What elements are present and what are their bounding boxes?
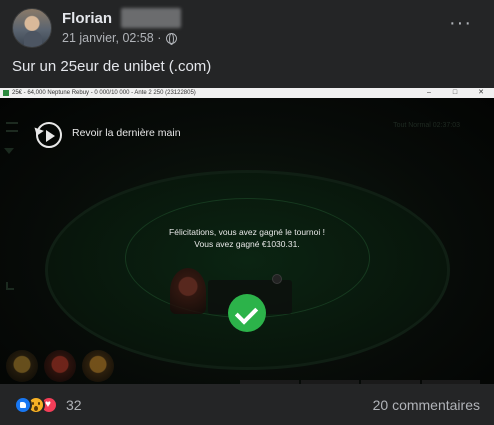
avatar[interactable] <box>12 8 52 48</box>
player-avatar <box>82 350 114 382</box>
check-icon <box>228 294 266 332</box>
comments-count[interactable]: 20 commentaires <box>373 397 480 413</box>
poker-table-area: Revoir la dernière main Tout Normal 02:3… <box>0 98 494 384</box>
post-header: Florian 21 janvier, 02:58 · ··· <box>12 8 482 54</box>
attached-screenshot[interactable]: 25€ - 64,000 Neptune Rebuy - 0 000/10 00… <box>0 88 494 384</box>
control-segment <box>240 380 299 384</box>
menu-icon[interactable] <box>6 122 18 132</box>
more-options-icon[interactable]: ··· <box>449 13 472 33</box>
maximize-icon[interactable]: □ <box>442 88 468 98</box>
post-date[interactable]: 21 janvier, 02:58 · <box>62 31 161 45</box>
player-avatar <box>170 268 206 314</box>
player-avatars <box>6 350 114 382</box>
replay-label[interactable]: Revoir la dernière main <box>72 127 181 139</box>
table-info: Tout Normal 02:37:03 <box>393 122 460 129</box>
player-avatar <box>44 350 76 382</box>
player-avatar <box>6 350 38 382</box>
control-segment <box>361 380 420 384</box>
control-segment <box>421 380 480 384</box>
globe-icon[interactable] <box>166 32 178 45</box>
redacted-name <box>121 8 181 28</box>
window-titlebar: 25€ - 64,000 Neptune Rebuy - 0 000/10 00… <box>0 88 494 98</box>
corner-arrow-icon[interactable] <box>6 282 14 290</box>
bottom-controls <box>240 380 480 384</box>
post-text: Sur un 25eur de unibet (.com) <box>12 58 212 75</box>
control-segment <box>300 380 359 384</box>
window-title: 25€ - 64,000 Neptune Rebuy - 0 000/10 00… <box>12 90 196 96</box>
win-message-line2: Vous avez gagné €1030.31. <box>194 239 300 249</box>
window-controls: – □ ✕ <box>416 88 494 98</box>
chevron-down-icon[interactable] <box>4 148 14 154</box>
like-icon <box>14 396 32 414</box>
close-icon[interactable]: ✕ <box>468 88 494 98</box>
reactions-summary[interactable]: 32 <box>14 396 82 414</box>
minimize-icon[interactable]: – <box>416 88 442 98</box>
win-message-line1: Félicitations, vous avez gagné le tourno… <box>169 227 325 237</box>
author-name[interactable]: Florian <box>62 10 112 27</box>
reaction-count[interactable]: 32 <box>66 397 82 413</box>
win-message: Félicitations, vous avez gagné le tourno… <box>0 226 494 250</box>
replay-icon[interactable] <box>36 122 62 148</box>
dealer-chip <box>272 274 282 284</box>
app-icon <box>3 90 9 96</box>
post-meta: 21 janvier, 02:58 · <box>62 31 178 45</box>
